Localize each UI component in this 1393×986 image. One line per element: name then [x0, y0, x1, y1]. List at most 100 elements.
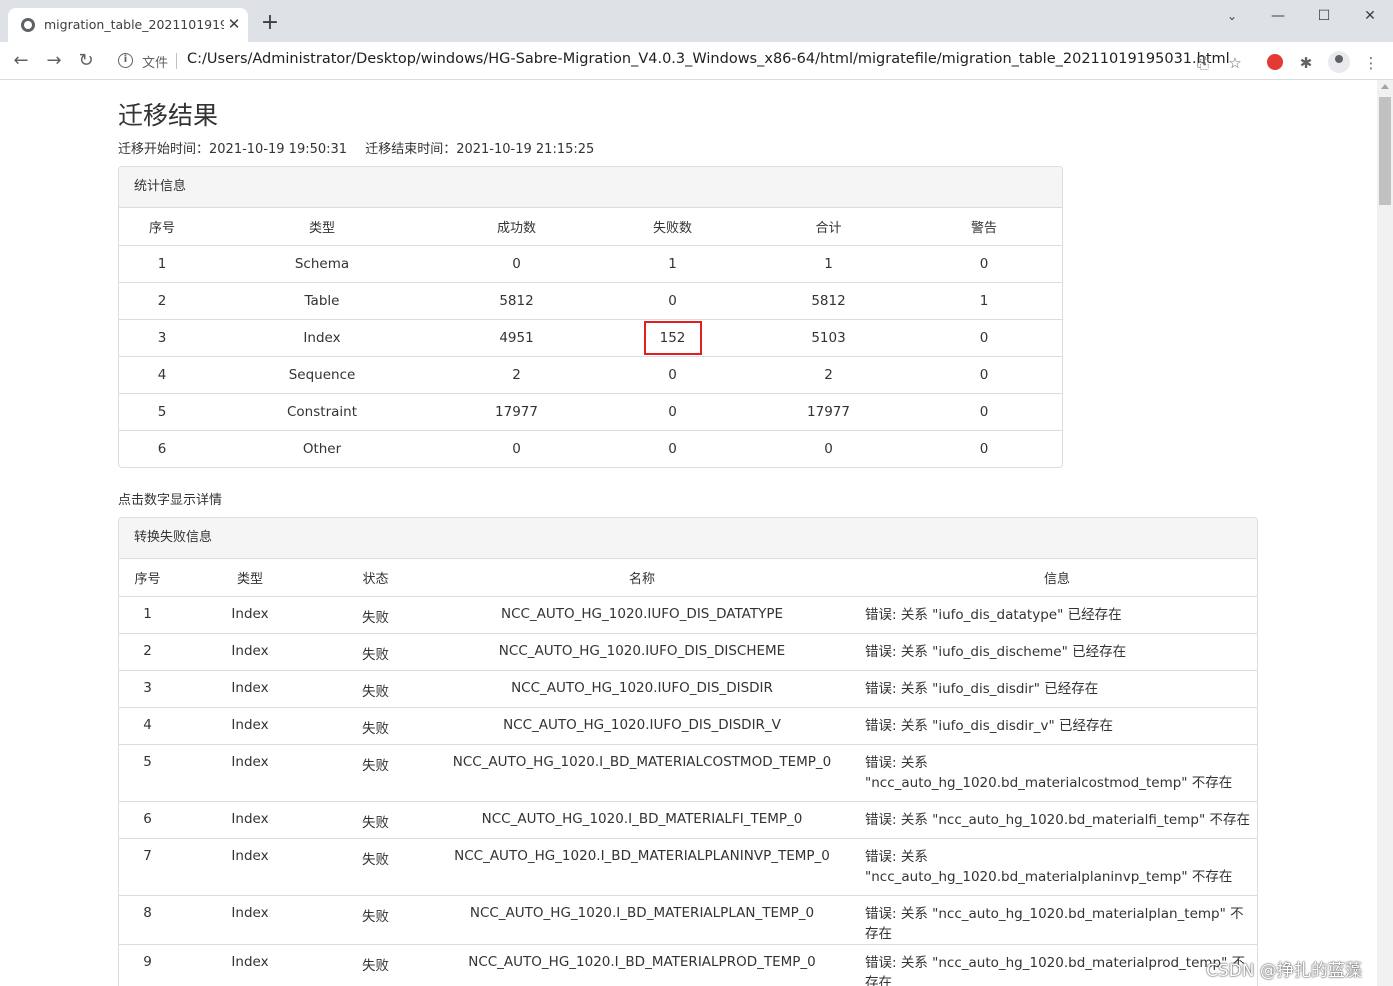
stats-cell[interactable]: 4951	[439, 318, 594, 356]
failures-col-header: 信息	[857, 559, 1257, 597]
failure-info-cell: 错误: 关系 "iufo_dis_discheme" 已经存在	[857, 632, 1257, 670]
stats-cell[interactable]: 1	[906, 281, 1062, 319]
page-content: 迁移结果 迁移开始时间：2021-10-19 19:50:31 迁移结束时间：2…	[0, 80, 1377, 986]
info-icon[interactable]: i	[118, 53, 133, 68]
failure-cell: NCC_AUTO_HG_1020.I_BD_MATERIALFI_TEMP_0	[427, 800, 857, 838]
stats-col-header: 合计	[751, 208, 906, 246]
browser-tab[interactable]: migration_table_20211019195 ✕	[8, 8, 248, 42]
stats-row: 4 Sequence 2 0 2 0	[119, 355, 1062, 393]
stats-cell[interactable]: 5812	[751, 281, 906, 319]
profile-avatar[interactable]	[1328, 51, 1350, 73]
translate-icon[interactable]: ⎘	[1193, 53, 1213, 73]
failure-cell: 失败	[324, 894, 427, 944]
failure-cell: Index	[176, 894, 324, 944]
stats-cell[interactable]: 0	[906, 318, 1062, 356]
failure-cell: NCC_AUTO_HG_1020.I_BD_MATERIALPLANINVP_T…	[427, 837, 857, 895]
failure-cell: 失败	[324, 632, 427, 670]
tab-title: migration_table_20211019195	[44, 17, 224, 32]
failure-row: 6 Index 失败 NCC_AUTO_HG_1020.I_BD_MATERIALFI…	[119, 800, 1257, 838]
failure-cell: Index	[176, 669, 324, 707]
failures-table: 序号 类型 状态 名称 信息 1 Index 失败 NCC_AUTO_HG_1020.IUFO…	[119, 559, 1257, 986]
scroll-up-arrow-icon[interactable]	[1381, 84, 1389, 89]
reload-button[interactable]: ↻	[74, 49, 98, 73]
failures-panel: 转换失败信息 序号 类型 状态 名称 信息 1 Index 失败 NCC_AUTO_HG_10…	[118, 517, 1258, 986]
failure-row: 9 Index 失败 NCC_AUTO_HG_1020.I_BD_MATERIALPR…	[119, 943, 1257, 986]
failure-info-cell: 错误: 关系 "ncc_auto_hg_1020.bd_materialplan…	[857, 837, 1257, 895]
stats-cell: 3	[119, 318, 205, 356]
new-tab-button[interactable]: +	[260, 12, 280, 34]
stats-cell: Index	[205, 318, 439, 356]
stats-cell[interactable]: 17977	[439, 392, 594, 430]
vertical-scrollbar[interactable]	[1377, 80, 1393, 986]
stats-cell[interactable]: 0	[594, 392, 751, 430]
stats-cell: Table	[205, 281, 439, 319]
url-text[interactable]: C:/Users/Administrator/Desktop/windows/H…	[187, 51, 1230, 67]
stats-cell[interactable]: 5103	[751, 318, 906, 356]
failures-col-header: 序号	[119, 559, 176, 597]
stats-cell[interactable]: 0	[594, 429, 751, 467]
failure-cell: NCC_AUTO_HG_1020.IUFO_DIS_DISCHEME	[427, 632, 857, 670]
failure-cell: 9	[119, 943, 176, 986]
failure-cell: 4	[119, 706, 176, 744]
file-chip[interactable]: 文件	[142, 52, 168, 71]
globe-icon	[21, 18, 35, 32]
forward-button[interactable]: →	[42, 49, 66, 73]
failure-cell: 8	[119, 894, 176, 944]
stats-cell[interactable]: 0	[751, 429, 906, 467]
failures-heading: 转换失败信息	[119, 518, 1257, 559]
stats-cell[interactable]: 0	[906, 244, 1062, 282]
menu-icon[interactable]: ⋮	[1361, 53, 1381, 73]
failure-cell: Index	[176, 800, 324, 838]
address-bar[interactable]: i 文件 C:/Users/Administrator/Desktop/wind…	[108, 46, 1258, 76]
highlighted-failure-count[interactable]: 152	[643, 320, 702, 355]
failure-cell: NCC_AUTO_HG_1020.IUFO_DIS_DISDIR	[427, 669, 857, 707]
stats-cell[interactable]: 17977	[751, 392, 906, 430]
failure-cell: Index	[176, 943, 324, 986]
stats-cell[interactable]: 0	[594, 281, 751, 319]
stats-cell[interactable]: 0	[594, 355, 751, 393]
stats-cell[interactable]: 2	[751, 355, 906, 393]
extensions-puzzle-icon[interactable]: ✱	[1296, 53, 1316, 73]
stats-cell[interactable]: 152	[594, 318, 751, 356]
stats-cell[interactable]: 2	[439, 355, 594, 393]
stats-cell[interactable]: 0	[439, 244, 594, 282]
extension-icon[interactable]	[1267, 54, 1283, 70]
failures-col-header: 名称	[427, 559, 857, 597]
stats-row: 1 Schema 0 1 1 0	[119, 244, 1062, 282]
stats-row: 2 Table 5812 0 5812 1	[119, 281, 1062, 319]
start-time: 迁移开始时间：2021-10-19 19:50:31	[118, 142, 348, 157]
stats-cell[interactable]: 1	[751, 244, 906, 282]
bookmark-star-icon[interactable]: ☆	[1225, 53, 1245, 73]
stats-cell[interactable]: 0	[906, 429, 1062, 467]
stats-cell: 4	[119, 355, 205, 393]
failure-cell: NCC_AUTO_HG_1020.IUFO_DIS_DISDIR_V	[427, 706, 857, 744]
stats-cell[interactable]: 0	[439, 429, 594, 467]
failure-info-cell: 错误: 关系 "ncc_auto_hg_1020.bd_materialplan…	[857, 894, 1257, 944]
failure-cell: Index	[176, 632, 324, 670]
failure-info-cell: 错误: 关系 "iufo_dis_disdir" 已经存在	[857, 669, 1257, 707]
stats-cell: Schema	[205, 244, 439, 282]
stats-cell: Other	[205, 429, 439, 467]
migration-times: 迁移开始时间：2021-10-19 19:50:31 迁移结束时间：2021-1…	[118, 138, 608, 157]
failure-row: 1 Index 失败 NCC_AUTO_HG_1020.IUFO_DIS_DATATY…	[119, 595, 1257, 633]
failure-cell: NCC_AUTO_HG_1020.IUFO_DIS_DATATYPE	[427, 595, 857, 633]
failure-cell: Index	[176, 837, 324, 895]
failure-cell: 失败	[324, 669, 427, 707]
tab-strip: migration_table_20211019195 ✕ + ⌄ — ☐ ✕	[0, 0, 1393, 42]
stats-cell: 5	[119, 392, 205, 430]
scrollbar-thumb[interactable]	[1379, 97, 1391, 205]
stats-row: 3 Index 4951 152 5103 0	[119, 318, 1062, 356]
stats-cell[interactable]: 0	[906, 355, 1062, 393]
tab-close-icon[interactable]: ✕	[225, 14, 243, 34]
failure-cell: 1	[119, 595, 176, 633]
stats-cell[interactable]: 0	[906, 392, 1062, 430]
window-close-button[interactable]: ✕	[1356, 6, 1384, 26]
failure-cell: Index	[176, 743, 324, 801]
stats-cell[interactable]: 5812	[439, 281, 594, 319]
minimize-button[interactable]: —	[1264, 6, 1292, 26]
back-button[interactable]: ←	[9, 49, 33, 73]
tab-search-icon[interactable]: ⌄	[1218, 6, 1246, 26]
page-title: 迁移结果	[118, 101, 219, 130]
stats-cell[interactable]: 1	[594, 244, 751, 282]
maximize-button[interactable]: ☐	[1310, 6, 1338, 26]
